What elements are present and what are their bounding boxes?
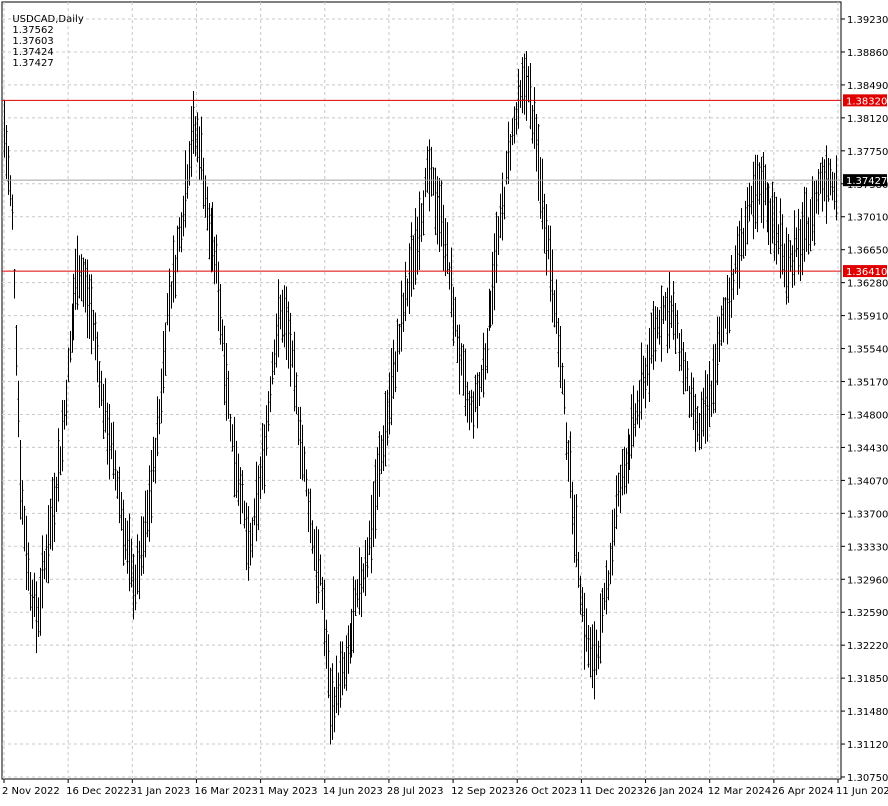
x-tick-label: 16 Dec 2022 — [66, 786, 130, 797]
y-tick-label: 1.38860 — [847, 48, 888, 59]
x-tick-label: 11 Dec 2023 — [579, 786, 643, 797]
y-tick-label: 1.31850 — [847, 674, 888, 685]
x-tick-label: 12 Mar 2024 — [708, 786, 771, 797]
y-tick-label: 1.31120 — [847, 740, 888, 751]
y-tick-label: 1.34430 — [847, 443, 888, 454]
x-tick-label: 31 Jan 2023 — [130, 786, 190, 797]
y-tick-label: 1.39230 — [847, 15, 888, 26]
ohlc-open: 1.37562 — [12, 25, 54, 36]
y-tick-label: 1.38120 — [847, 114, 888, 125]
chart-canvas[interactable]: 1.392301.388601.384901.381201.377501.373… — [0, 0, 888, 802]
level-label-0: 1.38320 — [846, 96, 887, 107]
ohlc-close: 1.37427 — [12, 58, 54, 69]
y-tick-label: 1.30750 — [847, 773, 888, 784]
x-tick-label: 12 Sep 2023 — [451, 786, 514, 797]
y-tick-label: 1.37010 — [847, 213, 888, 224]
y-tick-label: 1.35170 — [847, 378, 888, 389]
y-tick-label: 1.33700 — [847, 509, 888, 520]
y-tick-label: 1.33330 — [847, 542, 888, 553]
chart-header: USDCAD,Daily 1.37562 1.37603 1.37424 1.3… — [6, 3, 89, 69]
y-tick-label: 1.32960 — [847, 575, 888, 586]
y-tick-label: 1.36650 — [847, 246, 888, 257]
x-tick-label: 1 May 2023 — [259, 786, 318, 797]
ohlc-high: 1.37603 — [12, 36, 54, 47]
y-tick-label: 1.35910 — [847, 312, 888, 323]
x-tick-label: 16 Mar 2023 — [194, 786, 257, 797]
y-tick-label: 1.32590 — [847, 608, 888, 619]
x-tick-label: 26 Oct 2023 — [515, 786, 577, 797]
level-label-1: 1.36410 — [846, 267, 887, 278]
ohlc-low: 1.37424 — [12, 47, 54, 58]
symbol-label: USDCAD,Daily — [12, 14, 84, 25]
y-tick-label: 1.35540 — [847, 345, 888, 356]
x-tick-label: 11 Jun 2024 — [836, 786, 888, 797]
y-tick-label: 1.32220 — [847, 641, 888, 652]
y-tick-label: 1.36280 — [847, 279, 888, 290]
x-tick-label: 28 Jul 2023 — [387, 786, 444, 797]
x-tick-label: 26 Jan 2024 — [644, 786, 704, 797]
x-tick-label: 26 Apr 2024 — [772, 786, 834, 797]
x-tick-label: 2 Nov 2022 — [2, 786, 60, 797]
y-tick-label: 1.38490 — [847, 81, 888, 92]
current-price-label: 1.37427 — [846, 176, 887, 187]
y-tick-label: 1.31480 — [847, 707, 888, 718]
y-tick-label: 1.34800 — [847, 410, 888, 421]
y-tick-label: 1.37750 — [847, 147, 888, 158]
x-tick-label: 14 Jun 2023 — [323, 786, 383, 797]
price-chart[interactable]: 1.392301.388601.384901.381201.377501.373… — [0, 0, 888, 802]
y-tick-label: 1.34070 — [847, 476, 888, 487]
